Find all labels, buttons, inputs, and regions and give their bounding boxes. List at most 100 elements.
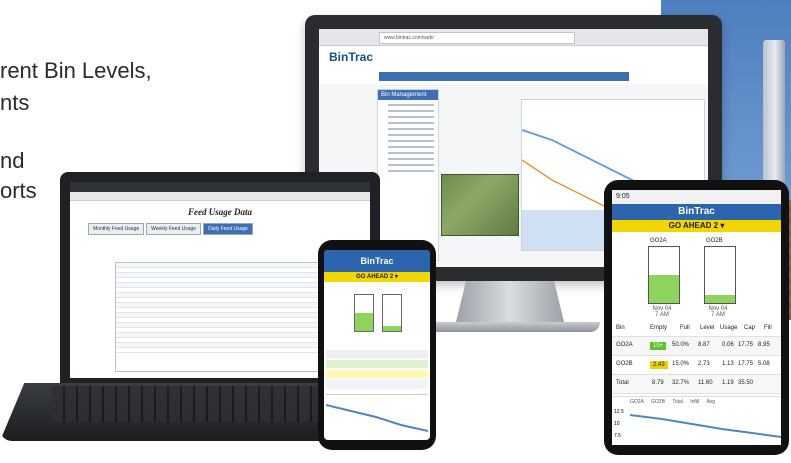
tablet-screen: 9:05 BinTrac GO AHEAD 2 ▾ GO2A GO2B Nov … — [612, 190, 781, 445]
tablet-bin-selector[interactable]: GO AHEAD 2 ▾ — [612, 220, 781, 232]
phone-bin-selector[interactable]: GO AHEAD 2 ▾ — [324, 272, 430, 282]
smartphone: BinTrac GO AHEAD 2 ▾ — [318, 240, 436, 450]
table-row — [326, 360, 428, 368]
cell-level: 2.73 — [698, 361, 710, 367]
tree-item[interactable] — [388, 134, 434, 136]
tablet-app-header: BinTrac — [612, 204, 781, 220]
bin-selector-label: GO AHEAD 2 ▾ — [668, 221, 725, 230]
tablet-bin-table: Bin Empty Full Level Usage Cap Fill GO2A… — [612, 322, 781, 394]
tree-item[interactable] — [388, 170, 434, 172]
chart-legend: GO2A GO2B Total Infill Avg — [630, 399, 715, 405]
cell-empty: 10+ — [650, 342, 667, 350]
legend-item: GO2B — [651, 399, 665, 405]
tab-daily-feed-usage[interactable]: Daily Feed Usage — [203, 223, 253, 235]
phone-chart-svg — [325, 404, 429, 432]
cell-empty: 2.43 — [650, 361, 668, 369]
page-title: Feed Usage Data — [188, 207, 252, 217]
col-fill: Fill — [764, 325, 772, 331]
marketing-line-1: rent Bin Levels, — [0, 58, 152, 83]
silo-b-date: Nov 04 7 AM — [698, 306, 738, 318]
phone-chart — [325, 394, 429, 439]
bintrac-logo: BinTrac — [329, 50, 374, 64]
cell-full: 32.7% — [672, 380, 690, 386]
col-cap: Cap — [744, 325, 756, 331]
silo-fill — [705, 294, 735, 303]
marketing-line-4: orts — [0, 178, 37, 203]
tree-item[interactable] — [388, 146, 434, 148]
tree-item[interactable] — [388, 110, 434, 112]
table-row — [326, 370, 428, 378]
silo-fill — [649, 275, 679, 303]
cell-cap: 17.75 — [738, 342, 754, 348]
table-row-total[interactable]: Total 8.79 32.7% 11.60 1.19 35.50 — [612, 375, 781, 394]
silo-a-icon — [648, 246, 680, 304]
y-tick: 10 — [614, 421, 620, 427]
monitor-stand — [455, 281, 565, 326]
silo-fill — [383, 325, 401, 331]
time-text: 7 AM — [711, 312, 725, 318]
silo-icon-a — [354, 294, 374, 332]
cell-level: 11.60 — [698, 380, 713, 386]
tree-item[interactable] — [388, 128, 434, 130]
y-tick: 12.5 — [614, 409, 624, 415]
cell-bin: GO2B — [616, 361, 633, 367]
silo-b-label: GO2B — [706, 238, 723, 244]
tree-item[interactable] — [388, 140, 434, 142]
tree-item[interactable] — [388, 158, 434, 160]
sidebar-title: Bin Management — [378, 90, 438, 100]
browser-url-field[interactable]: www.bintrac.com/web/ — [379, 32, 575, 44]
table-row[interactable]: GO2B 2.43 15.0% 2.73 1.13 17.75 5.08 — [612, 356, 781, 375]
col-bin: Bin — [616, 325, 625, 331]
phone-series-line — [325, 404, 429, 432]
tablet-app-title: BinTrac — [678, 206, 715, 217]
legend-item: Avg — [706, 399, 716, 405]
cell-full: 15.0% — [672, 361, 690, 367]
laptop-window-titlebar — [70, 182, 370, 192]
table-row — [326, 380, 428, 388]
y-tick: 7.5 — [614, 433, 621, 439]
silo-icon-b — [382, 294, 402, 332]
monitor-base — [420, 322, 600, 332]
tree-item[interactable] — [388, 122, 434, 124]
cell-cap: 17.75 — [738, 361, 754, 367]
laptop-url-bar[interactable] — [70, 192, 370, 201]
browser-toolbar: www.bintrac.com/web/ — [319, 29, 708, 46]
tree-item[interactable] — [388, 164, 434, 166]
table-row — [326, 350, 428, 358]
phone-screen: BinTrac GO AHEAD 2 ▾ — [324, 250, 430, 440]
tree-item[interactable] — [388, 116, 434, 118]
tree-item[interactable] — [388, 152, 434, 154]
marketing-line-2: nts — [0, 90, 30, 115]
col-full: Full — [680, 325, 690, 331]
status-bar: 9:05 — [612, 190, 781, 204]
tablet-series-line — [629, 414, 781, 438]
tree-item[interactable] — [388, 104, 434, 106]
silo-b-icon — [704, 246, 736, 304]
phone-bin-table — [326, 350, 428, 390]
tablet-chart: GO2A GO2B Total Infill Avg 12.5 10 7.5 — [612, 396, 781, 445]
cell-empty: 8.79 — [652, 380, 664, 386]
silo-fill — [355, 313, 373, 331]
legend-item: Total — [672, 399, 683, 405]
cell-usage: 1.13 — [722, 361, 734, 367]
app-header: BinTrac — [319, 46, 708, 84]
cell-cap: 35.50 — [738, 380, 754, 386]
col-empty: Empty — [650, 325, 668, 331]
cell-bin: GO2A — [616, 342, 633, 348]
phone-app-title: BinTrac — [324, 250, 430, 272]
legend-item: GO2A — [630, 399, 644, 405]
cell-usage: 0.06 — [722, 342, 734, 348]
table-header-row: Bin Empty Full Level Usage Cap Fill — [612, 322, 781, 337]
silo-a-date: Nov 04 7 AM — [642, 306, 682, 318]
usage-tabs: Monthly Feed Usage Weekly Feed Usage Dai… — [88, 223, 370, 235]
cell-level: 8.87 — [698, 342, 710, 348]
cell-fill: 5.08 — [758, 361, 770, 367]
tab-weekly-feed-usage[interactable]: Weekly Feed Usage — [146, 223, 202, 235]
table-row[interactable]: GO2A 10+ 50.0% 8.87 0.06 17.75 8.95 — [612, 337, 781, 356]
cell-usage: 1.19 — [722, 380, 734, 386]
tab-monthly-feed-usage[interactable]: Monthly Feed Usage — [88, 223, 145, 235]
col-level: Level — [700, 325, 715, 331]
farm-map[interactable] — [441, 174, 519, 236]
status-time: 9:05 — [616, 193, 630, 200]
main-nav-bar[interactable] — [379, 72, 629, 81]
